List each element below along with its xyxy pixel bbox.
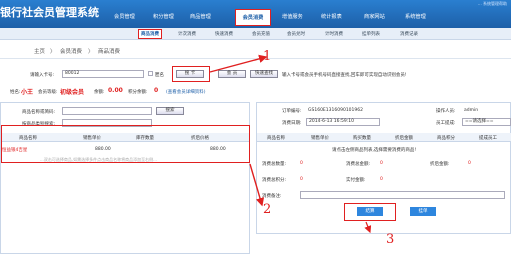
annotation-1: 1 [263,49,272,64]
annotation-2: 2 [263,202,272,217]
arrow-to-step3 [364,221,372,234]
annotation-arrows [209,54,372,234]
annotation-3: 3 [386,232,395,247]
arrow-to-settle [249,163,265,207]
arrow-to-nav [209,54,268,73]
